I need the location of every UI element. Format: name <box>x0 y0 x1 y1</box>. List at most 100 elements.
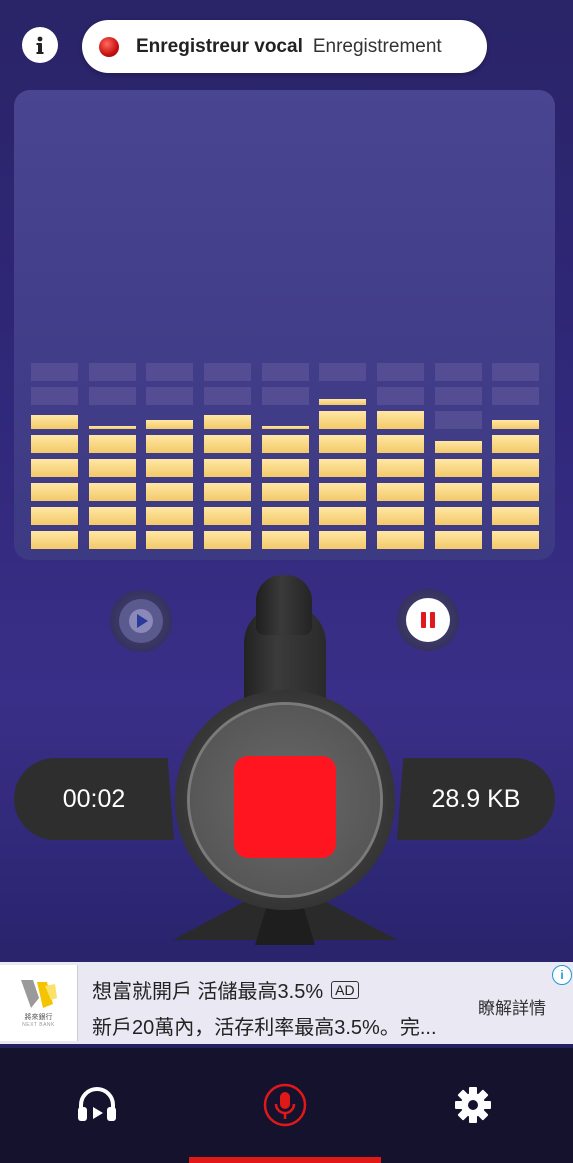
equalizer-segment <box>319 531 366 549</box>
equalizer-segment <box>146 435 193 453</box>
equalizer-segment <box>492 483 539 501</box>
equalizer-segment <box>435 531 482 549</box>
equalizer-segment <box>89 363 136 381</box>
equalizer-segment <box>146 387 193 405</box>
equalizer-segment <box>492 459 539 477</box>
equalizer-segment <box>262 435 309 453</box>
equalizer-segment <box>435 459 482 477</box>
equalizer-segment <box>204 459 251 477</box>
equalizer-segment <box>262 483 309 501</box>
equalizer-segment <box>377 387 424 405</box>
equalizer-segment <box>204 387 251 405</box>
equalizer-segment <box>204 435 251 453</box>
logo-text: 將來銀行 <box>24 1014 53 1021</box>
equalizer-segment <box>89 507 136 525</box>
ad-description[interactable]: 新戶20萬內，活存利率最高3.5%。完... <box>92 1011 437 1040</box>
equalizer-segment <box>146 483 193 501</box>
equalizer-segment <box>435 507 482 525</box>
equalizer-segment <box>262 426 309 429</box>
equalizer-segment <box>146 507 193 525</box>
equalizer-segment <box>204 531 251 549</box>
equalizer-segment <box>435 387 482 405</box>
equalizer-segment <box>204 363 251 381</box>
equalizer-segment <box>89 435 136 453</box>
equalizer-segment <box>492 387 539 405</box>
app-title-pill[interactable]: Enregistreur vocal Enregistrement <box>82 20 487 73</box>
nav-item-recordings[interactable] <box>72 1080 122 1130</box>
file-size-display: 28.9 KB <box>397 758 555 840</box>
ad-info-icon[interactable]: i <box>552 965 572 985</box>
equalizer-segment <box>319 435 366 453</box>
equalizer-segment <box>377 483 424 501</box>
equalizer-segment <box>262 531 309 549</box>
play-button[interactable] <box>110 590 172 652</box>
equalizer-segment <box>31 531 78 549</box>
equalizer-segment <box>319 483 366 501</box>
equalizer-bar <box>492 357 539 549</box>
ad-cta-link[interactable]: 瞭解詳情 <box>478 994 546 1019</box>
app-name: Enregistreur vocal <box>136 35 303 57</box>
equalizer-bar <box>146 357 193 549</box>
equalizer-segment <box>31 507 78 525</box>
file-size: 28.9 KB <box>431 784 521 813</box>
equalizer-segment <box>89 483 136 501</box>
equalizer-segment <box>377 363 424 381</box>
equalizer-segment <box>204 414 251 429</box>
equalizer-bar <box>377 357 424 549</box>
equalizer-segment <box>319 507 366 525</box>
headphones-play-icon <box>78 1087 116 1121</box>
equalizer-segment <box>31 414 78 429</box>
equalizer-segment <box>146 459 193 477</box>
equalizer-segment <box>146 363 193 381</box>
microphone-icon <box>263 1083 307 1127</box>
pause-button[interactable] <box>397 589 459 651</box>
equalizer-segment <box>492 420 539 429</box>
equalizer-segment <box>146 420 193 429</box>
equalizer-segment <box>146 531 193 549</box>
equalizer-segment <box>262 459 309 477</box>
gear-icon <box>455 1087 491 1123</box>
equalizer-segment <box>319 399 366 405</box>
equalizer-segment <box>31 483 78 501</box>
info-icon <box>36 36 44 54</box>
equalizer-bar <box>319 357 366 549</box>
equalizer-segment <box>377 507 424 525</box>
equalizer-bar <box>31 357 78 549</box>
equalizer-segment <box>377 531 424 549</box>
equalizer-segment <box>204 483 251 501</box>
equalizer-bar <box>89 357 136 549</box>
elapsed-time-display: 00:02 <box>14 758 174 840</box>
ad-title[interactable]: 想富就開戶 活儲最高3.5% AD <box>92 975 359 1004</box>
equalizer-segment <box>319 411 366 429</box>
equalizer-segment <box>89 426 136 429</box>
equalizer-segment <box>492 435 539 453</box>
mic-top <box>256 575 312 635</box>
equalizer-segment <box>31 459 78 477</box>
equalizer-segment <box>319 363 366 381</box>
play-icon <box>129 609 153 633</box>
stop-button[interactable] <box>234 756 336 858</box>
active-tab-indicator <box>189 1157 381 1163</box>
recording-dot-icon <box>99 36 119 57</box>
nav-item-settings[interactable] <box>448 1080 498 1130</box>
next-bank-logo[interactable]: 將來銀行 NEXT BANK <box>0 965 78 1041</box>
equalizer-segment <box>89 459 136 477</box>
ad-title-text: 想富就開戶 活儲最高3.5% <box>92 981 324 1003</box>
equalizer-segment <box>492 507 539 525</box>
equalizer-segment <box>262 507 309 525</box>
nav-item-record[interactable] <box>260 1080 310 1130</box>
info-button[interactable] <box>22 27 58 63</box>
logo-subtext: NEXT BANK <box>22 1022 55 1028</box>
equalizer-segment <box>492 531 539 549</box>
equalizer-segment <box>319 459 366 477</box>
elapsed-time: 00:02 <box>62 784 126 813</box>
equalizer-segment <box>89 531 136 549</box>
equalizer-bar <box>435 357 482 549</box>
next-bank-logo-mark <box>20 980 57 1008</box>
equalizer-segment <box>435 363 482 381</box>
equalizer-bar <box>262 357 309 549</box>
equalizer-segment <box>89 387 136 405</box>
equalizer-segment <box>31 435 78 453</box>
equalizer-segment <box>435 483 482 501</box>
equalizer-segment <box>31 387 78 405</box>
